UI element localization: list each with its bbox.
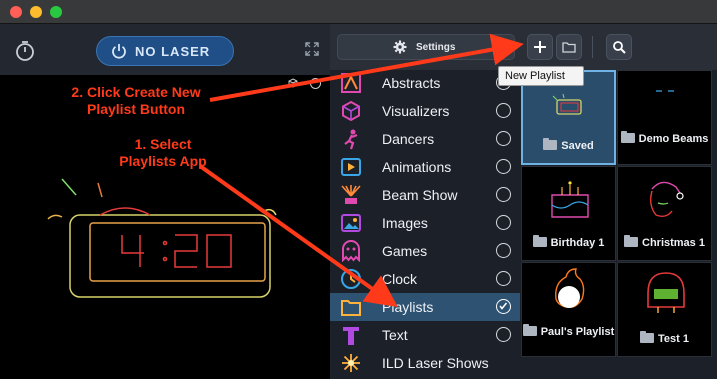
- annotation-step-2: 2. Click Create New Playlist Button: [71, 84, 201, 117]
- annotation-step-1: 1. Select Playlists App: [119, 136, 207, 169]
- app-window: NO LASER Settings Abstracts Visualizers …: [0, 0, 717, 379]
- annotation-arrows: [198, 33, 524, 307]
